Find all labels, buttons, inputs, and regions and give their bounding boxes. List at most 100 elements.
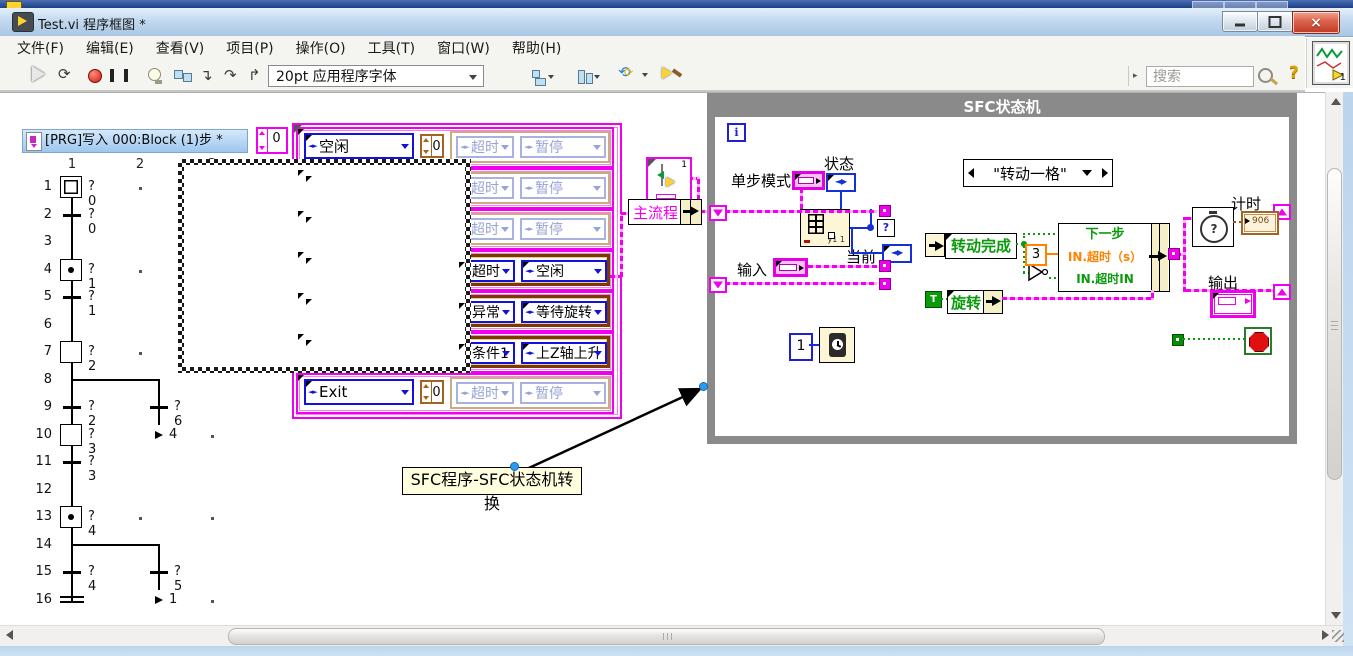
vi-icon[interactable]: 1: [1312, 41, 1350, 85]
search-expander-icon[interactable]: ▸: [1133, 71, 1138, 81]
block-diagram-canvas[interactable]: [PRG]写入 000:Block (1)步 * 1 2 3 1?02?034?…: [0, 92, 1325, 626]
horizontal-scrollbar[interactable]: [0, 625, 1343, 647]
next-state-enum[interactable]: ◄►上Z轴上升: [521, 342, 607, 364]
wait-constant[interactable]: 1: [789, 333, 813, 361]
input-terminal[interactable]: [773, 258, 808, 277]
wait-ms-node[interactable]: [819, 327, 855, 363]
case-selector-label[interactable]: "转动一格": [963, 159, 1113, 187]
case-tunnel-boolean[interactable]: [1172, 334, 1184, 346]
search-icon[interactable]: [1258, 68, 1273, 83]
sfc-step[interactable]: [60, 424, 82, 446]
retain-wire-values-button[interactable]: [174, 70, 196, 90]
cleanup-diagram-button[interactable]: [662, 65, 684, 85]
step-out-button[interactable]: ↱: [248, 65, 270, 85]
chevron-down-icon[interactable]: [401, 390, 409, 395]
chevron-down-icon[interactable]: [594, 310, 602, 315]
enum-inc-icon[interactable]: ◄►: [524, 225, 533, 233]
condition-array-frame[interactable]: ◄►超时◄►空闲: [450, 254, 610, 286]
sfc-program-title[interactable]: [PRG]写入 000:Block (1)步 *: [22, 129, 248, 153]
chevron-down-icon[interactable]: [593, 186, 601, 191]
rotate-variable[interactable]: 旋转: [947, 290, 1003, 314]
free-label[interactable]: SFC程序-SFC状态机转换: [402, 467, 582, 495]
tunnel-in-top[interactable]: [709, 205, 727, 221]
enum-inc-icon[interactable]: ◄►: [460, 143, 469, 151]
bundle-field[interactable]: IN.超时IN: [1059, 268, 1151, 290]
loop-stop-button[interactable]: [1244, 327, 1272, 355]
sfc-transition[interactable]: [63, 296, 81, 299]
enum-inc-icon[interactable]: ◄►: [308, 142, 317, 150]
index-array-node[interactable]: y1 1: [800, 209, 850, 247]
case-selector-terminal[interactable]: ?: [877, 219, 895, 237]
close-button[interactable]: ×: [1292, 11, 1340, 34]
subvi-icon[interactable]: 1: [646, 157, 692, 203]
chevron-down-icon[interactable]: [502, 269, 510, 274]
distribute-objects-button[interactable]: [576, 70, 598, 90]
condition-array-frame[interactable]: ◄►条件1◄►上Z轴上升: [450, 336, 610, 368]
case-tunnel[interactable]: [1168, 248, 1180, 260]
case-tunnel[interactable]: [879, 278, 891, 290]
sfc-transition[interactable]: [63, 461, 81, 464]
status-terminal[interactable]: ◄▶: [826, 173, 856, 192]
tunnel-out-bottom[interactable]: [1273, 284, 1291, 300]
case-tunnel[interactable]: [879, 260, 891, 272]
run-continuous-button[interactable]: ⟳: [58, 64, 80, 84]
sfc-transition[interactable]: [150, 406, 168, 409]
scroll-right-button[interactable]: [1322, 630, 1329, 640]
menu-item-2[interactable]: 查看(V): [145, 36, 216, 62]
maximize-button[interactable]: [1257, 11, 1293, 32]
sfc-step[interactable]: [60, 341, 82, 363]
step-over-button[interactable]: ↷: [224, 65, 246, 85]
vertical-scroll-thumb[interactable]: [1327, 168, 1342, 480]
bundle-field[interactable]: IN.超时（s）: [1059, 246, 1151, 269]
enum-inc-icon[interactable]: ◄►: [525, 267, 534, 275]
sfc-step[interactable]: [60, 259, 82, 281]
enum-inc-icon[interactable]: ◄►: [524, 184, 533, 192]
scroll-down-button[interactable]: [1331, 612, 1341, 619]
chevron-down-icon[interactable]: [594, 269, 602, 274]
menu-item-6[interactable]: 窗口(W): [426, 36, 501, 62]
enum-inc-icon[interactable]: ◄►: [525, 308, 534, 316]
chevron-down-icon[interactable]: [501, 145, 509, 150]
sfc-jump-arrow[interactable]: [155, 431, 163, 439]
local-variable-arrow[interactable]: [925, 233, 945, 257]
previous-case-icon[interactable]: [968, 168, 974, 178]
chevron-down-icon[interactable]: [401, 144, 409, 149]
next-state-enum[interactable]: ◄►暂停: [520, 218, 606, 240]
chevron-down-icon[interactable]: [502, 310, 510, 315]
condition-array-frame[interactable]: ◄►异常◄►等待旋转: [450, 295, 610, 327]
scroll-left-button[interactable]: [6, 630, 13, 640]
main-flow-unbundle-node[interactable]: 主流程: [628, 199, 702, 225]
chevron-down-icon[interactable]: [593, 227, 601, 232]
align-objects-button[interactable]: [532, 70, 554, 90]
sfc-step[interactable]: [60, 506, 82, 528]
font-selector[interactable]: 20pt 应用程序字体: [268, 65, 484, 87]
array-index-control[interactable]: 0: [256, 127, 288, 154]
row-index-control[interactable]: 0: [420, 134, 444, 158]
case-tunnel[interactable]: [879, 205, 891, 217]
next-case-icon[interactable]: [1102, 168, 1108, 178]
state-enum[interactable]: ◄►Exit: [304, 379, 414, 405]
bundle-field[interactable]: 下一步: [1059, 224, 1151, 247]
sfc-transition[interactable]: [63, 571, 81, 574]
pause-button[interactable]: [110, 66, 132, 86]
elapsed-time-node[interactable]: ?: [1192, 207, 1234, 247]
case-structure[interactable]: [178, 159, 471, 373]
next-state-enum[interactable]: ◄►暂停: [520, 136, 606, 158]
reorder-button[interactable]: ⟲⟳: [618, 63, 640, 83]
resize-grip[interactable]: [1332, 630, 1344, 642]
menu-item-7[interactable]: 帮助(H): [501, 36, 572, 62]
search-input[interactable]: 搜索: [1146, 66, 1254, 87]
condition-enum[interactable]: ◄►超时: [456, 136, 514, 158]
minimize-button[interactable]: [1222, 11, 1258, 32]
menu-item-1[interactable]: 编辑(E): [75, 36, 145, 62]
enum-inc-icon[interactable]: ◄►: [525, 349, 534, 357]
sfc-transition[interactable]: [63, 214, 81, 217]
menu-item-4[interactable]: 操作(O): [285, 36, 357, 62]
condition-array-frame[interactable]: ◄►超时◄►暂停: [450, 213, 610, 245]
output-terminal[interactable]: [1210, 290, 1256, 318]
menu-item-5[interactable]: 工具(T): [357, 36, 426, 62]
sfc-transition[interactable]: [63, 406, 81, 409]
info-icon[interactable]: i: [727, 123, 746, 142]
tunnel-in-bottom[interactable]: [709, 277, 727, 293]
timing-indicator-terminal[interactable]: 906: [1241, 211, 1279, 235]
